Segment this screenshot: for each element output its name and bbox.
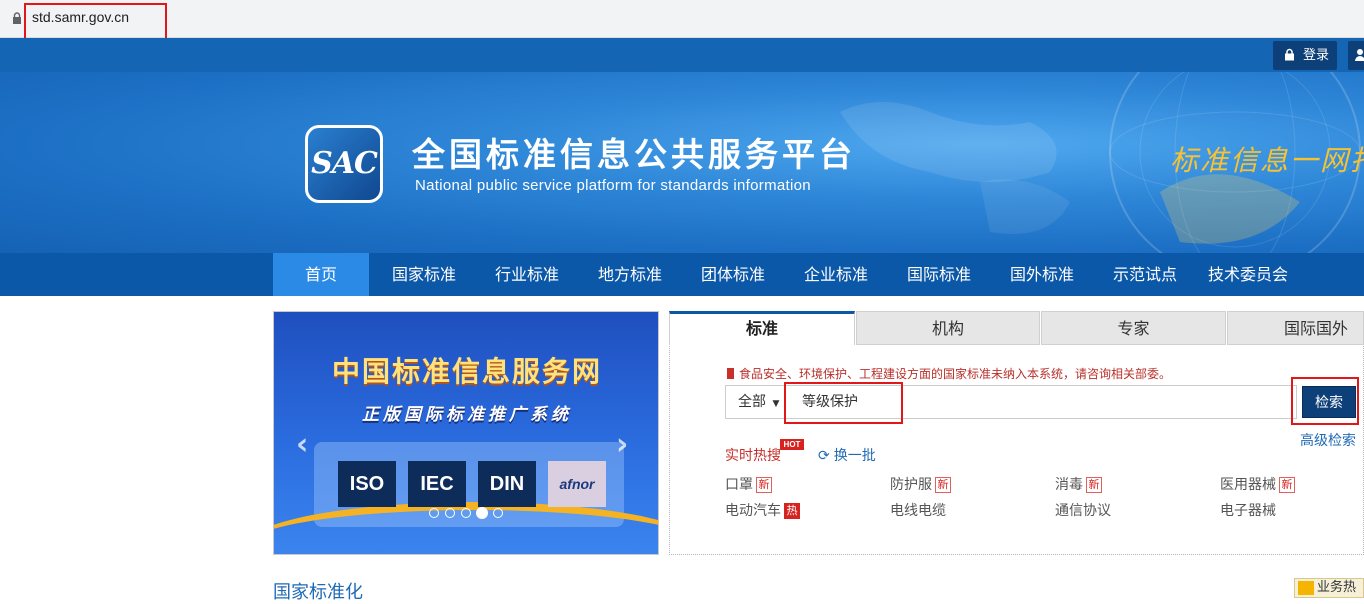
login-label: 登录 <box>1303 48 1330 63</box>
lock-icon <box>13 12 21 24</box>
top-bar <box>0 38 1364 72</box>
nav-item-enterprise-standards[interactable]: 企业标准 <box>788 253 884 296</box>
nav-item-pilot-demo[interactable]: 示范试点 <box>1097 253 1193 296</box>
nav-item-industry-standards[interactable]: 行业标准 <box>479 253 575 296</box>
carousel-subtitle: 正版国际标准推广系统 <box>362 405 572 425</box>
keyword-link[interactable]: 电线电缆 <box>890 500 946 520</box>
new-tag: 新 <box>1279 477 1295 493</box>
nav-item-national-standards[interactable]: 国家标准 <box>376 253 472 296</box>
promo-carousel[interactable]: 中国标准信息服务网 正版国际标准推广系统 ISO IEC DIN afnor ‹… <box>273 311 659 555</box>
new-tag: 新 <box>756 477 772 493</box>
notice-text: 食品安全、环境保护、工程建设方面的国家标准未纳入本系统，请咨询相关部委。 <box>739 367 1172 381</box>
keyword-text: 医用器械 <box>1220 477 1276 493</box>
nav-item-local-standards[interactable]: 地方标准 <box>582 253 678 296</box>
nav-label: 地方标准 <box>597 265 662 284</box>
keyword-link[interactable]: 电子器械 <box>1220 500 1276 520</box>
site-subtitle: National public service platform for sta… <box>415 177 811 194</box>
banner-slogan: 标准信息一网打尽 <box>1170 144 1364 177</box>
refresh-button[interactable]: ⟳ 换一批 <box>818 445 876 465</box>
refresh-label: 换一批 <box>833 448 876 464</box>
search-notice: 食品安全、环境保护、工程建设方面的国家标准未纳入本系统，请咨询相关部委。 <box>727 365 1171 382</box>
carousel-dot[interactable] <box>461 508 471 518</box>
iso-logo: ISO <box>338 461 396 507</box>
carousel-prev-icon[interactable]: ‹ <box>296 427 308 462</box>
carousel-dot[interactable] <box>429 508 439 518</box>
sac-logo-text: SAC <box>311 146 378 181</box>
tab-experts[interactable]: 专家 <box>1041 311 1226 345</box>
tab-organizations[interactable]: 机构 <box>856 311 1040 345</box>
user-icon <box>1355 49 1364 61</box>
tab-international[interactable]: 国际国外 <box>1227 311 1364 345</box>
login-button[interactable]: 登录 <box>1273 41 1337 70</box>
keyword-link[interactable]: 医用器械新 <box>1220 474 1295 494</box>
keyword-text: 电线电缆 <box>890 503 946 519</box>
nav-label: 行业标准 <box>494 265 559 284</box>
keyword-link[interactable]: 通信协议 <box>1055 500 1111 520</box>
carousel-dot[interactable] <box>493 508 503 518</box>
new-tag: 新 <box>935 477 951 493</box>
tab-label: 国际国外 <box>1284 319 1349 338</box>
keyword-text: 消毒 <box>1055 477 1083 493</box>
hot-tag: 热 <box>784 503 800 519</box>
carousel-dots <box>429 507 509 520</box>
nav-label: 团体标准 <box>700 265 765 284</box>
keyword-text: 口罩 <box>725 477 753 493</box>
tab-label: 专家 <box>1117 319 1150 338</box>
keyword-link[interactable]: 口罩新 <box>725 474 772 494</box>
nav-label: 国外标准 <box>1009 265 1074 284</box>
nav-item-home[interactable]: 首页 <box>273 253 369 296</box>
site-title: 全国标准信息公共服务平台 <box>412 135 856 174</box>
nav-item-tech-committee[interactable]: 技术委员会 <box>1200 253 1296 296</box>
tab-standards[interactable]: 标准 <box>669 311 855 345</box>
afnor-logo: afnor <box>548 461 606 507</box>
search-button-highlight-box <box>1291 377 1359 425</box>
carousel-dot-active[interactable] <box>476 507 488 519</box>
keyword-text: 通信协议 <box>1055 503 1111 519</box>
keyword-text: 电动汽车 <box>725 503 781 519</box>
main-nav: 首页 国家标准 行业标准 地方标准 团体标准 企业标准 国际标准 国外标准 示范… <box>0 253 1364 296</box>
hot-search-label: 实时热搜 <box>725 448 781 464</box>
phone-icon <box>1298 581 1314 595</box>
tab-label: 机构 <box>931 319 964 338</box>
nav-label: 国际标准 <box>906 265 971 284</box>
sac-logo: SAC <box>305 125 383 203</box>
address-bar[interactable]: std.samr.gov.cn <box>0 0 1364 38</box>
tab-label: 标准 <box>745 319 778 338</box>
business-hotline-badge[interactable]: 业务热 <box>1294 578 1364 598</box>
keyword-text: 防护服 <box>890 477 932 493</box>
carousel-dot[interactable] <box>445 508 455 518</box>
nav-item-foreign-standards[interactable]: 国外标准 <box>994 253 1090 296</box>
section-title: 国家标准化 <box>273 582 363 603</box>
nav-label: 技术委员会 <box>1207 265 1288 284</box>
scope-dropdown[interactable]: 全部 ▼ <box>725 385 785 419</box>
url-highlight-box <box>24 3 167 41</box>
nav-label: 示范试点 <box>1112 265 1177 284</box>
nav-label: 首页 <box>304 265 337 284</box>
corner-label: 业务热 <box>1317 580 1357 595</box>
keyword-link[interactable]: 消毒新 <box>1055 474 1102 494</box>
site-banner: SAC 全国标准信息公共服务平台 National public service… <box>0 72 1364 253</box>
hot-badge: HOT <box>780 439 804 450</box>
nav-label: 国家标准 <box>391 265 456 284</box>
keyword-link[interactable]: 防护服新 <box>890 474 951 494</box>
nav-item-international-standards[interactable]: 国际标准 <box>891 253 987 296</box>
flag-icon <box>727 368 734 379</box>
register-button[interactable] <box>1348 41 1364 70</box>
caret-down-icon: ▼ <box>772 399 780 409</box>
nav-label: 企业标准 <box>803 265 868 284</box>
refresh-icon: ⟳ <box>818 448 830 464</box>
din-logo: DIN <box>478 461 536 507</box>
nav-item-group-standards[interactable]: 团体标准 <box>685 253 781 296</box>
carousel-title: 中国标准信息服务网 <box>331 355 602 388</box>
keyword-text: 电子器械 <box>1220 503 1276 519</box>
new-tag: 新 <box>1086 477 1102 493</box>
lock-icon <box>1285 48 1294 61</box>
scope-value: 全部 <box>738 394 766 410</box>
keyword-link[interactable]: 电动汽车热 <box>725 500 800 520</box>
advanced-search-link[interactable]: 高级检索 <box>1300 430 1356 450</box>
carousel-next-icon[interactable]: › <box>616 427 628 462</box>
query-highlight-box <box>784 382 903 424</box>
iec-logo: IEC <box>408 461 466 507</box>
